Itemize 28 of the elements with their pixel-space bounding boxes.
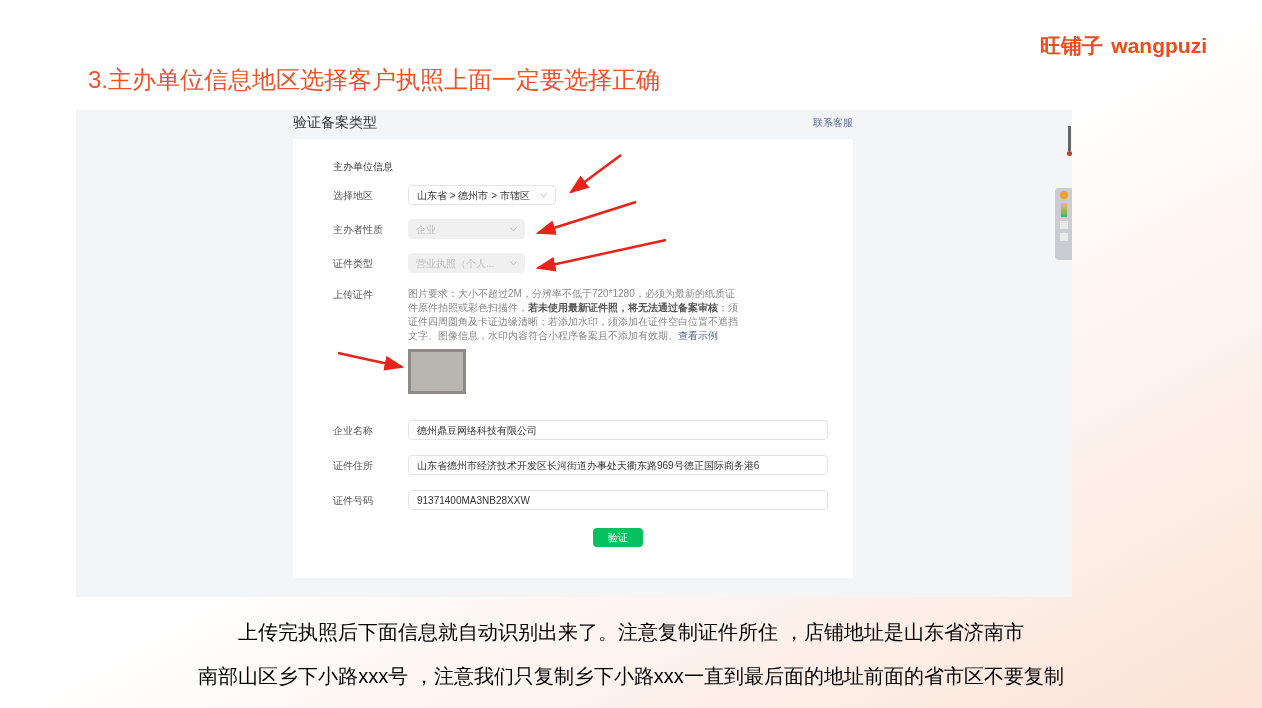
license-photo-placeholder[interactable]	[408, 349, 466, 394]
scrollbar-drawing	[1067, 126, 1072, 156]
field-label: 证件类型	[333, 256, 374, 271]
select-field[interactable]: 山东省 > 德州市 > 市辖区	[408, 185, 556, 205]
field-label: 证件住所	[333, 458, 374, 473]
logo-text: 旺铺子	[1040, 33, 1104, 59]
input-field[interactable]: 山东省德州市经济技术开发区长河街道办事处天衢东路969号德正国际商务港6	[408, 455, 828, 475]
field-label: 选择地区	[333, 188, 374, 203]
field-label: 证件号码	[333, 493, 374, 508]
caption-text: 南部山区乡下小路xxx号 ，注意我们只复制乡下小路xxx一直到最后面的地址前面的省市区不要复制	[198, 664, 1064, 689]
input-field[interactable]: 91371400MA3NB28XXW	[408, 490, 828, 510]
arrow	[569, 154, 622, 194]
upload-help-text: 图片要求：大小不超过2M，分辨率不低于720*1280，必须为最新的纸质证件原件拍照或彩色扫描件，若未使用最新证件照，将无法通过备案审核；须证件四周圆角及卡证边缘清晰；若添加水印，须添加在证件空白位置不遮挡文字、图像信息，水印内容符合小程序备案且不添加有效期。查看示例	[408, 287, 738, 343]
chevron-down-icon	[510, 226, 517, 232]
caption-text: 上传完执照后下面信息就自动识别出来了。注意复制证件所住 ，店铺地址是山东省济南市	[238, 620, 1024, 645]
example-link[interactable]: 查看示例	[678, 330, 718, 341]
field-label: 上传证件	[333, 288, 374, 302]
field-label: 企业名称	[333, 423, 374, 438]
arrow	[337, 351, 405, 371]
section-title: 主办单位信息	[333, 160, 393, 174]
chevron-down-icon	[510, 260, 517, 266]
contact-link[interactable]: 联系客服	[813, 115, 853, 130]
logo-text: wangpuzi	[1111, 33, 1207, 59]
page-heading: 验证备案类型	[293, 113, 377, 132]
slide-title: 3.主办单位信息地区选择客户执照上面一定要选择正确	[88, 65, 660, 95]
chevron-down-icon	[539, 192, 547, 198]
input-field[interactable]: 德州鼎豆网络科技有限公司	[408, 420, 828, 440]
field-label: 主办者性质	[333, 222, 384, 237]
